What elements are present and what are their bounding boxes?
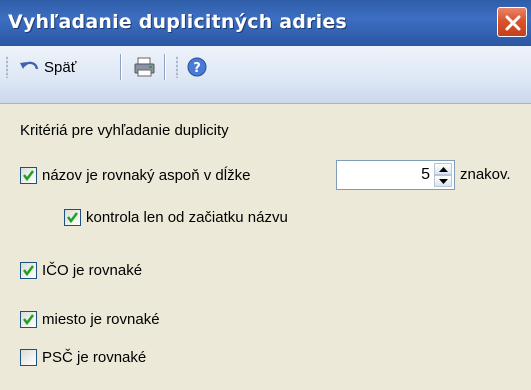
check-start-checkbox[interactable] bbox=[64, 209, 81, 226]
decrement-button[interactable] bbox=[434, 175, 452, 187]
city-equal-checkbox[interactable] bbox=[20, 311, 37, 328]
name-length-stepper[interactable]: 5 bbox=[336, 160, 455, 190]
arrow-up-icon bbox=[439, 167, 448, 172]
name-equal-checkbox[interactable] bbox=[20, 167, 37, 184]
undo-icon bbox=[20, 61, 39, 70]
toolbar-grip bbox=[176, 56, 178, 78]
print-button[interactable] bbox=[133, 55, 157, 79]
city-equal-label: miesto je rovnaké bbox=[42, 311, 160, 328]
ico-equal-label: IČO je rovnaké bbox=[42, 262, 143, 279]
arrow-down-icon bbox=[439, 179, 448, 184]
help-button[interactable]: ? bbox=[186, 55, 208, 79]
toolbar: Späť ? bbox=[0, 46, 531, 104]
criteria-panel: Kritériá pre vyhľadanie duplicity názov … bbox=[0, 104, 531, 390]
name-equal-row: názov je rovnaký aspoň v dĺžke bbox=[20, 167, 250, 184]
toolbar-grip[interactable] bbox=[6, 56, 8, 78]
check-icon bbox=[23, 314, 34, 326]
toolbar-separator bbox=[120, 54, 122, 80]
psc-equal-checkbox[interactable] bbox=[20, 349, 37, 366]
window-title: Vyhľadanie duplicitných adries bbox=[8, 11, 347, 33]
name-length-value[interactable]: 5 bbox=[421, 166, 430, 184]
check-start-label: kontrola len od začiatku názvu bbox=[86, 209, 288, 226]
name-length-unit: znakov. bbox=[460, 166, 511, 183]
check-start-row: kontrola len od začiatku názvu bbox=[64, 209, 288, 226]
ico-equal-checkbox[interactable] bbox=[20, 262, 37, 279]
help-icon: ? bbox=[187, 57, 207, 77]
check-icon bbox=[23, 170, 34, 182]
increment-button[interactable] bbox=[434, 163, 452, 175]
check-icon bbox=[23, 265, 34, 277]
spin-buttons bbox=[434, 163, 452, 187]
duplicate-search-window: Vyhľadanie duplicitných adries Späť ? Kr… bbox=[0, 0, 531, 390]
printer-icon bbox=[134, 57, 155, 77]
name-equal-label: názov je rovnaký aspoň v dĺžke bbox=[42, 167, 251, 184]
psc-equal-row: PSČ je rovnaké bbox=[20, 349, 146, 366]
back-button[interactable]: Späť bbox=[18, 55, 76, 79]
back-label: Späť bbox=[44, 58, 77, 76]
criteria-heading: Kritériá pre vyhľadanie duplicity bbox=[20, 122, 229, 139]
close-icon bbox=[505, 15, 521, 31]
ico-equal-row: IČO je rovnaké bbox=[20, 262, 142, 279]
psc-equal-label: PSČ je rovnaké bbox=[42, 349, 147, 366]
close-button[interactable] bbox=[497, 7, 527, 37]
city-equal-row: miesto je rovnaké bbox=[20, 311, 160, 328]
check-icon bbox=[67, 212, 78, 224]
svg-text:?: ? bbox=[193, 61, 201, 76]
toolbar-separator bbox=[164, 54, 166, 80]
title-bar[interactable]: Vyhľadanie duplicitných adries bbox=[0, 0, 531, 46]
